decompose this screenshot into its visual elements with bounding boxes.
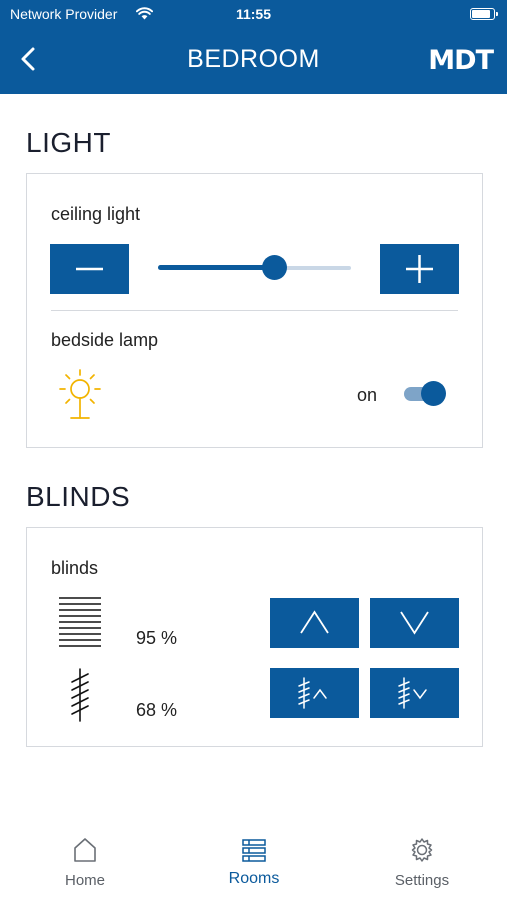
- lamp-sun-icon: [59, 369, 101, 419]
- tab-rooms[interactable]: Rooms: [194, 828, 314, 898]
- blinds-label: blinds: [51, 558, 99, 578]
- tab-settings[interactable]: Settings: [362, 828, 482, 898]
- tab-home-label: Home: [64, 872, 105, 889]
- gear-icon: [411, 838, 433, 862]
- brand-logo: MDT: [428, 45, 494, 76]
- plus-icon: [406, 255, 433, 283]
- tab-home[interactable]: Home: [25, 828, 145, 898]
- blinds-up-button[interactable]: [270, 598, 359, 648]
- status-bar: Network Provider 11:55: [0, 6, 507, 24]
- blinds-position-icon: [59, 597, 101, 647]
- bedside-lamp-toggle[interactable]: [402, 381, 448, 407]
- chevron-down-icon: [400, 611, 429, 635]
- bedside-lamp-label: bedside lamp: [51, 330, 159, 350]
- tab-settings-label: Settings: [394, 872, 450, 889]
- slats-up-button[interactable]: [270, 668, 359, 718]
- slats-down-button[interactable]: [370, 668, 459, 718]
- blinds-position-value: 95 %: [136, 628, 178, 648]
- tab-bar: Home Rooms Settings: [0, 828, 507, 900]
- slat-angle-value: 68 %: [136, 700, 178, 720]
- lamp-state-label: on: [357, 385, 378, 405]
- status-time: 11:55: [235, 6, 272, 22]
- slats-open-icon: [298, 677, 327, 709]
- slider-thumb[interactable]: [261, 255, 287, 280]
- battery-icon: [470, 8, 498, 20]
- tab-rooms-label: Rooms: [228, 870, 280, 887]
- minus-icon: [76, 267, 103, 271]
- divider: [51, 310, 458, 311]
- dim-down-button[interactable]: [50, 244, 129, 294]
- blinds-down-button[interactable]: [370, 598, 459, 648]
- blinds-section-title: BLINDS: [26, 481, 131, 512]
- ceiling-light-label: ceiling light: [51, 204, 141, 224]
- top-bar: Network Provider 11:55 BEDROOM MDT: [0, 0, 507, 94]
- ceiling-light-slider[interactable]: [158, 255, 351, 281]
- rooms-list-icon: [242, 839, 266, 862]
- dim-up-button[interactable]: [380, 244, 459, 294]
- slat-angle-icon: [71, 668, 89, 722]
- slats-close-icon: [398, 677, 427, 709]
- chevron-up-icon: [300, 610, 329, 634]
- light-card: ceiling light bedside lamp on: [26, 173, 483, 448]
- light-section-title: LIGHT: [26, 127, 111, 158]
- home-icon: [74, 838, 96, 862]
- blinds-card: blinds 95 % 68 %: [26, 527, 483, 747]
